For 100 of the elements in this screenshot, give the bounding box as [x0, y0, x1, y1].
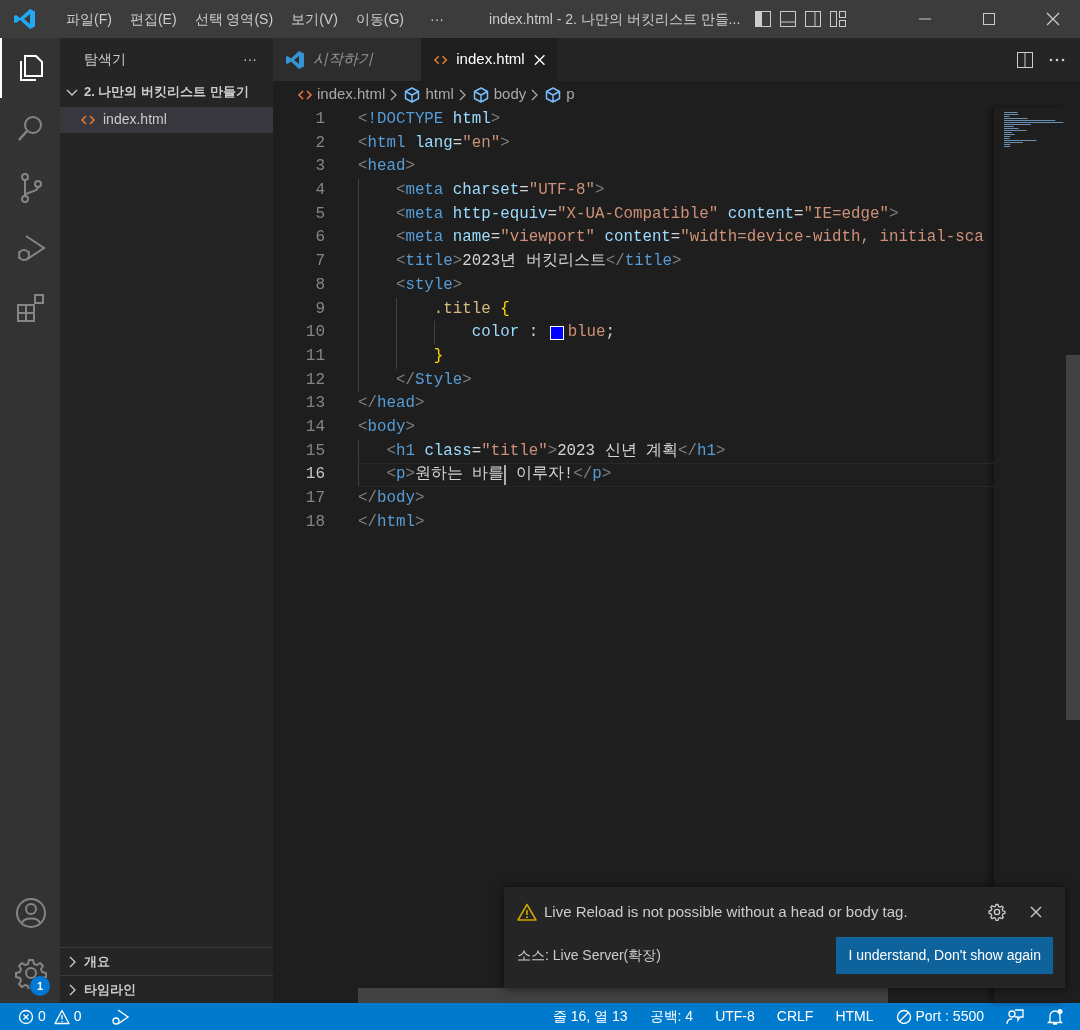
- tag-name: Style: [414, 369, 463, 391]
- tag-name: h1: [395, 440, 415, 462]
- code-text: =: [519, 180, 529, 202]
- brace-text: {: [499, 298, 510, 320]
- bracket-text: <: [386, 464, 396, 486]
- tag-name: body: [376, 488, 415, 509]
- custom-layout-icon[interactable]: [829, 10, 848, 28]
- blocked-icon: [895, 1008, 912, 1025]
- line-number: 17: [304, 488, 325, 509]
- code-text: 이루자!: [514, 464, 574, 486]
- tag-name: style: [405, 274, 453, 296]
- window-title: index.html - 2. 나만의 버킷리스트 만들...: [489, 9, 741, 29]
- warning-icon: [53, 1008, 70, 1025]
- breadcrumb-item[interactable]: index.html: [297, 83, 386, 106]
- menu-item[interactable]: 파일(F): [57, 8, 121, 30]
- status-item[interactable]: UTF-8: [707, 1006, 763, 1027]
- menu-item[interactable]: 편집(E): [120, 8, 186, 30]
- bracket-text: >: [490, 109, 501, 130]
- code-text: 원하는 바를: [414, 464, 505, 486]
- status-item[interactable]: HTML: [827, 1006, 882, 1027]
- maximize-icon[interactable]: [982, 12, 996, 26]
- more-button[interactable]: ···: [243, 49, 257, 70]
- cube-icon: [544, 85, 563, 104]
- bracket-text: </: [573, 464, 593, 486]
- brace-text: }: [433, 345, 444, 367]
- split-layout-icon[interactable]: [804, 10, 823, 28]
- bracket-text: >: [405, 156, 415, 178]
- close-icon[interactable]: [1046, 12, 1060, 26]
- dismiss-button[interactable]: I understand, Don't show again: [836, 937, 1053, 974]
- line-number: 4: [314, 180, 325, 202]
- scrollbar-thumb[interactable]: [358, 988, 888, 1003]
- line-number: 18: [304, 511, 325, 533]
- status-item[interactable]: 공백: 4: [641, 1006, 702, 1027]
- breadcrumb-item[interactable]: html: [403, 83, 454, 106]
- line-number: 6: [314, 227, 325, 249]
- folder-row[interactable]: 2. 나만의 버킷리스트 만들기: [60, 81, 273, 103]
- more-menu[interactable]: ···: [421, 8, 453, 30]
- bracket-text: <: [358, 132, 368, 154]
- code-text: =: [471, 440, 482, 462]
- warning-icon: [517, 902, 537, 921]
- notification-message: Live Reload is not possible without a head or body tag.: [544, 901, 909, 922]
- attribute-name: name: [451, 227, 491, 249]
- menu-item[interactable]: 보기(V): [282, 8, 347, 30]
- line-number: 16: [304, 464, 325, 486]
- breadcrumb-item[interactable]: p: [544, 83, 575, 106]
- code-text: =: [670, 227, 681, 249]
- feedback-icon[interactable]: [1006, 1007, 1024, 1026]
- string-value: "IE=edge": [803, 203, 889, 225]
- menu-item[interactable]: 선택 영역(S): [185, 8, 283, 30]
- error-icon: [18, 1008, 34, 1025]
- line-number: 14: [304, 416, 325, 438]
- attribute-name: html: [451, 109, 491, 130]
- bracket-text: >: [414, 393, 425, 415]
- status-item[interactable]: 줄 16, 열 13: [544, 1006, 636, 1027]
- bracket-text: >: [595, 180, 605, 202]
- line-number: 5: [314, 203, 325, 225]
- string-value: "UTF-8": [528, 180, 595, 202]
- editor-tab[interactable]: 시작하기: [273, 38, 421, 81]
- menu-item[interactable]: 이동(G): [346, 8, 413, 30]
- run-debug-icon[interactable]: [109, 1007, 130, 1026]
- settings-icon[interactable]: [988, 902, 1006, 921]
- editor-tab[interactable]: index.html: [421, 38, 558, 81]
- attribute-name: lang: [413, 132, 453, 154]
- status-item[interactable]: CRLF: [768, 1006, 822, 1027]
- bracket-text: >: [462, 369, 472, 391]
- css-property: color: [471, 322, 520, 344]
- bracket-text: <: [395, 203, 406, 225]
- bracket-text: >: [452, 251, 463, 273]
- line-number: 10: [304, 322, 325, 344]
- section-header[interactable]: 개요: [60, 947, 273, 975]
- scrollbar-thumb[interactable]: [1066, 355, 1080, 720]
- problems-button[interactable]: 0 0: [18, 1006, 94, 1027]
- status-item[interactable]: Port : 5500: [887, 1006, 992, 1027]
- bracket-text: >: [414, 488, 425, 509]
- close-icon[interactable]: [532, 52, 546, 67]
- sidebar-layout-icon[interactable]: [754, 10, 773, 28]
- bracket-text: <: [386, 440, 396, 462]
- tag-name: p: [395, 464, 406, 486]
- panel-layout-icon[interactable]: [779, 10, 798, 28]
- code-text: =: [547, 203, 558, 225]
- code-text: 2023년 버킷리스트: [462, 251, 606, 273]
- css-selector: .title: [433, 298, 491, 320]
- folder-name: 2. 나만의 버킷리스트 만들기: [84, 83, 249, 102]
- file-row[interactable]: index.html: [60, 106, 273, 133]
- account-icon: [15, 897, 47, 929]
- line-number: 9: [314, 298, 325, 320]
- manage-button[interactable]: 1: [0, 943, 60, 1003]
- attribute-name: class: [423, 440, 472, 462]
- attribute-name: charset: [451, 180, 520, 202]
- string-value: "en": [462, 132, 501, 154]
- close-icon[interactable]: [1029, 904, 1043, 919]
- line-number: 3: [314, 156, 325, 178]
- bell-icon[interactable]: [1046, 1007, 1064, 1026]
- extensions-icon: [16, 293, 46, 323]
- breadcrumb-item[interactable]: body: [471, 83, 527, 106]
- bracket-text: >: [500, 132, 510, 154]
- bracket-text: </: [358, 488, 377, 509]
- gear-icon: [15, 957, 47, 989]
- string-value: "viewport": [500, 227, 595, 249]
- split-editor-icon[interactable]: [1016, 50, 1034, 69]
